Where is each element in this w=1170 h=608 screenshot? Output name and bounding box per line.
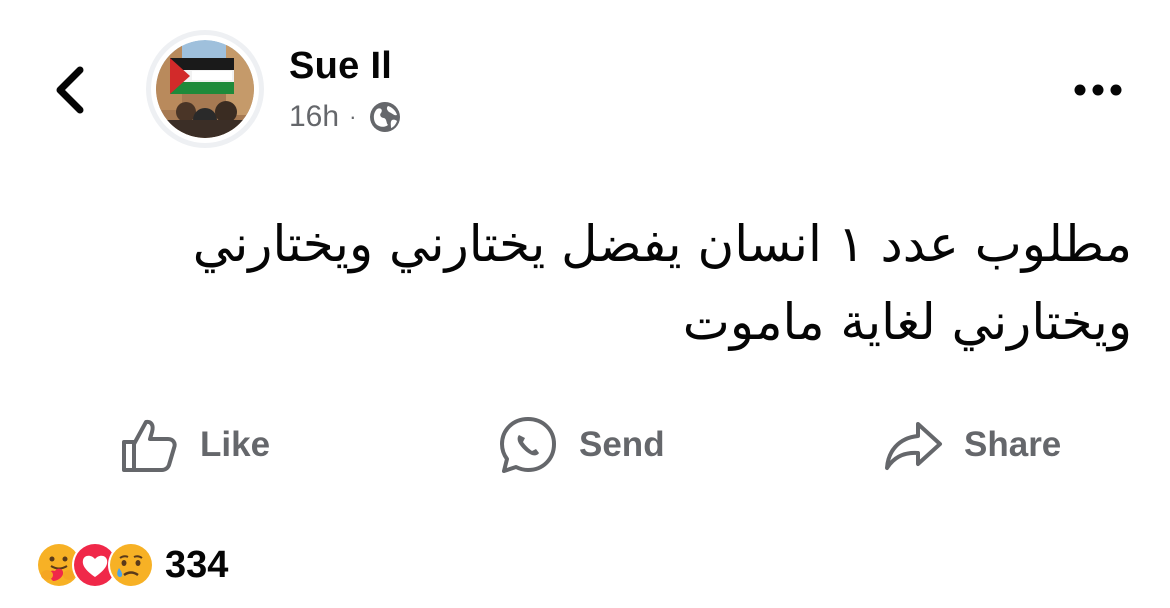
globe-icon[interactable] [368,100,402,134]
avatar-image [156,40,254,138]
messenger-icon [500,417,556,473]
post-meta: 16h · [289,100,402,134]
reaction-count: 334 [165,543,229,586]
chevron-left-icon [56,66,84,114]
post-text: مطلوب عدد ١ انسان يفضل يختارني ويختارني … [192,215,1132,351]
like-label: Like [200,425,271,464]
back-button[interactable] [48,62,92,118]
avatar[interactable] [156,40,254,138]
send-button[interactable]: Send [497,410,665,480]
thumbs-up-icon [122,419,177,472]
meta-separator: · [349,104,357,129]
send-label: Send [579,425,665,464]
more-horizontal-icon [1074,84,1122,96]
timestamp[interactable]: 16h [289,100,339,134]
reaction-summary[interactable]: 334 [35,540,228,590]
share-label: Share [964,425,1062,464]
more-options-button[interactable] [1068,78,1128,102]
share-button[interactable]: Share [882,410,1061,480]
like-button[interactable]: Like [118,410,270,480]
sad-reaction-icon [108,542,154,588]
share-arrow-icon [885,422,942,470]
author-name[interactable]: Sue Il [289,45,392,88]
